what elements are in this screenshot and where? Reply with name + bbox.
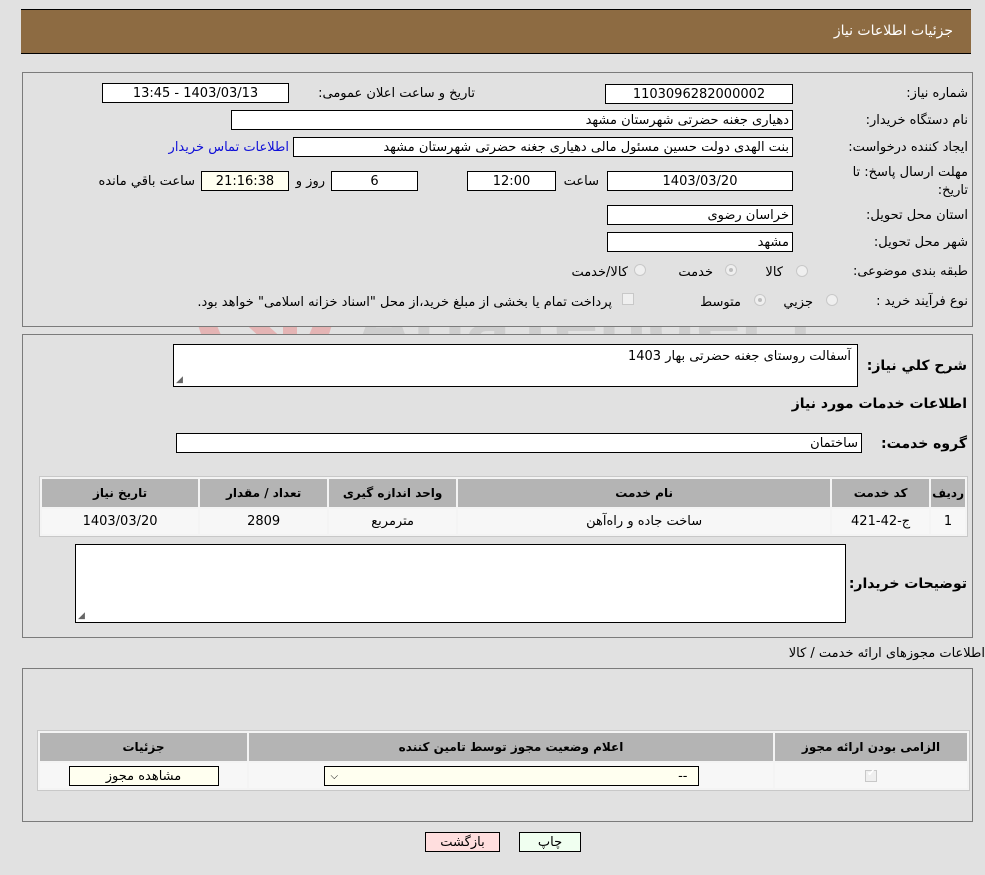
remaining-time-field: 21:16:38 <box>201 171 289 191</box>
cell-need-date: 1403/03/20 <box>42 509 199 534</box>
services-table: ردیف کد خدمت نام خدمت واحد اندازه گیری ت… <box>39 476 968 537</box>
city-field: مشهد <box>607 232 793 252</box>
deadline-label-2: تاریخ: <box>937 183 968 198</box>
license-required-checkbox: ✔ <box>865 767 877 782</box>
cell-license-status: -- ⌵ <box>249 763 773 788</box>
summary-text: آسفالت روستای جغنه حضرتی بهار 1403 <box>627 349 851 364</box>
service-group-label: گروه خدمت: <box>881 436 967 452</box>
buyer-notes-textarea[interactable]: ◢ <box>75 544 846 623</box>
city-label: شهر محل تحویل: <box>873 235 968 250</box>
category-option-goods-service: کالا/خدمت <box>571 265 628 280</box>
col-license-status: اعلام وضعیت مجوز توسط تامین کننده <box>249 733 773 761</box>
buyer-notes-label: توضیحات خریدار: <box>848 576 967 592</box>
deadline-time-field: 12:00 <box>467 171 556 191</box>
cell-license-required: ✔ <box>775 763 967 788</box>
deadline-date-field: 1403/03/20 <box>607 171 793 191</box>
category-option-service: خدمت <box>678 265 713 280</box>
process-type-label: نوع فرآیند خرید : <box>876 294 968 309</box>
process-radio-minor[interactable] <box>826 294 838 306</box>
license-status-select[interactable]: -- ⌵ <box>323 765 699 786</box>
service-group-field: ساختمان <box>176 433 862 453</box>
services-heading: اطلاعات خدمات مورد نیاز <box>791 396 967 412</box>
page-title: جزئیات اطلاعات نیاز <box>833 23 953 39</box>
cell-license-details: مشاهده مجوز <box>40 763 247 788</box>
buyer-org-field: دهیاری جغنه حضرتی شهرستان مشهد <box>231 110 793 130</box>
resize-handle-icon[interactable]: ◢ <box>78 611 85 621</box>
chevron-down-icon: ⌵ <box>330 770 339 782</box>
col-license-details: جزئیات <box>40 733 247 761</box>
services-table-header: ردیف کد خدمت نام خدمت واحد اندازه گیری ت… <box>42 479 965 507</box>
process-option-minor: جزيي <box>783 295 813 310</box>
deadline-time-label: ساعت <box>563 174 599 189</box>
check-icon: ✔ <box>867 767 876 779</box>
need-number-label: شماره نیاز: <box>906 86 968 101</box>
province-field: خراسان رضوی <box>607 205 793 225</box>
requester-label: ایجاد کننده درخواست: <box>848 140 968 155</box>
buyer-contact-link[interactable]: اطلاعات تماس خریدار <box>169 140 289 155</box>
table-row: ✔ -- ⌵ مشاهده مجوز <box>40 763 967 788</box>
need-number-field: 1103096282000002 <box>605 84 793 104</box>
table-row: 1 ج-42-421 ساخت جاده و راه‌آهن مترمربع 2… <box>42 509 965 534</box>
category-radio-service[interactable] <box>725 264 737 276</box>
view-license-button[interactable]: مشاهده مجوز <box>68 765 219 786</box>
deadline-label: مهلت ارسال پاسخ: تا <box>852 165 968 180</box>
cell-quantity: 2809 <box>200 509 328 534</box>
province-label: استان محل تحویل: <box>866 208 968 223</box>
summary-label: شرح کلي نياز: <box>866 358 967 374</box>
col-license-required: الزامی بودن ارائه مجوز <box>775 733 967 761</box>
requester-field: بنت الهدی دولت حسین مسئول مالی دهیاری جغ… <box>293 137 793 157</box>
category-radio-goods[interactable] <box>796 265 808 277</box>
col-service-code: کد خدمت <box>832 479 930 507</box>
category-radio-goods-service[interactable] <box>634 264 646 276</box>
category-label: طبقه بندی موضوعی: <box>852 264 968 279</box>
col-need-date: تاریخ نیاز <box>42 479 199 507</box>
cell-row-number: 1 <box>931 509 965 534</box>
announce-date-field: 1403/03/13 - 13:45 <box>102 83 289 103</box>
cell-unit: مترمربع <box>329 509 457 534</box>
summary-textarea[interactable]: آسفالت روستای جغنه حضرتی بهار 1403 ◢ <box>173 344 858 387</box>
category-option-goods: کالا <box>765 265 783 280</box>
licenses-table: الزامی بودن ارائه مجوز اعلام وضعیت مجوز … <box>37 730 970 791</box>
print-button[interactable]: چاپ <box>519 832 581 852</box>
back-button[interactable]: بازگشت <box>425 832 500 852</box>
licenses-heading: اطلاعات مجوزهای ارائه خدمت / کالا <box>788 646 985 661</box>
license-status-value: -- <box>678 768 688 784</box>
col-quantity: تعداد / مقدار <box>200 479 328 507</box>
cell-service-code: ج-42-421 <box>832 509 930 534</box>
treasury-note: پرداخت تمام یا بخشی از مبلغ خرید،از محل … <box>197 295 612 310</box>
buyer-org-label: نام دستگاه خریدار: <box>865 113 968 128</box>
cell-service-name: ساخت جاده و راه‌آهن <box>458 509 831 534</box>
announce-date-label: تاریخ و ساعت اعلان عمومی: <box>318 86 475 101</box>
page-header: جزئیات اطلاعات نیاز <box>21 9 971 54</box>
days-label: روز و <box>295 174 325 189</box>
process-radio-medium[interactable] <box>754 294 766 306</box>
resize-handle-icon[interactable]: ◢ <box>176 375 183 385</box>
remaining-time-label: ساعت باقي مانده <box>98 174 195 189</box>
remaining-days-field: 6 <box>331 171 418 191</box>
col-service-name: نام خدمت <box>458 479 831 507</box>
licenses-table-header: الزامی بودن ارائه مجوز اعلام وضعیت مجوز … <box>40 733 967 761</box>
col-unit: واحد اندازه گیری <box>329 479 457 507</box>
col-row-number: ردیف <box>931 479 965 507</box>
process-option-medium: متوسط <box>700 295 741 310</box>
treasury-checkbox[interactable] <box>622 293 634 305</box>
